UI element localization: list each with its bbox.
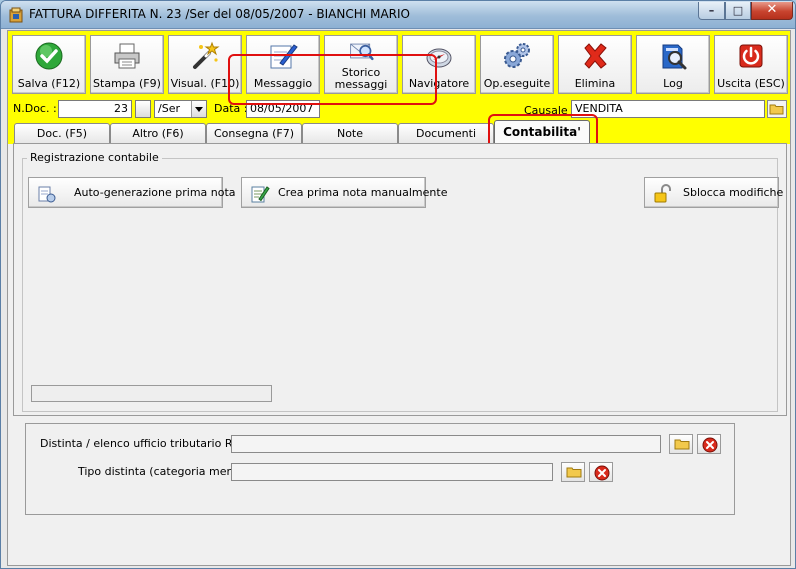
tab-note[interactable]: Note	[302, 123, 398, 144]
tipo-distinta-clear-button[interactable]	[589, 462, 613, 482]
progress-bar	[31, 385, 272, 402]
auto-generate-label: Auto-generazione prima nota	[74, 186, 236, 199]
operations-button-label: Op.eseguite	[483, 77, 551, 90]
group-title: Registrazione contabile	[27, 151, 162, 164]
distinta-field[interactable]	[231, 435, 661, 453]
tipo-distinta-label: Tipo distinta (categoria merce) :	[78, 465, 256, 478]
application-window: FATTURA DIFFERITA N. 23 /Ser del 08/05/2…	[0, 0, 796, 569]
unlock-edits-button[interactable]: Sblocca modifiche	[644, 177, 783, 208]
log-book-icon	[662, 44, 687, 70]
gears-icon	[504, 43, 530, 68]
folder-icon	[566, 467, 582, 478]
auto-generate-button[interactable]: Auto-generazione prima nota	[28, 177, 236, 208]
tab-consegna[interactable]: Consegna (F7)	[206, 123, 302, 144]
log-button-label: Log	[663, 77, 683, 90]
unlock-edits-label: Sblocca modifiche	[683, 186, 784, 199]
clear-x-icon	[702, 437, 718, 453]
minimize-button[interactable]: –	[698, 2, 725, 20]
distinta-clear-button[interactable]	[697, 434, 721, 454]
minimize-icon: –	[708, 4, 715, 17]
printer-icon	[114, 43, 140, 69]
window-title: FATTURA DIFFERITA N. 23 /Ser del 08/05/2…	[29, 7, 410, 21]
tab-altro[interactable]: Altro (F6)	[110, 123, 206, 144]
delete-button-label: Elimina	[574, 77, 616, 90]
ndoc-label: N.Doc. :	[13, 102, 57, 115]
print-button-label: Stampa (F9)	[93, 77, 161, 90]
close-button[interactable]: ✕	[751, 2, 793, 20]
log-button[interactable]: Log	[636, 35, 710, 94]
exit-button[interactable]: Uscita (ESC)	[714, 35, 788, 94]
check-icon	[35, 42, 63, 70]
ndoc-field[interactable]: 23	[58, 100, 132, 118]
folder-icon	[674, 439, 690, 450]
print-button[interactable]: Stampa (F9)	[90, 35, 164, 94]
maximize-icon: □	[732, 4, 744, 17]
save-button[interactable]: Salva (F12)	[12, 35, 86, 94]
contabilita-panel: Registrazione contabile Auto-generazione…	[13, 143, 787, 416]
tab-documenti[interactable]: Documenti	[398, 123, 494, 144]
clear-x-icon	[594, 465, 610, 481]
maximize-button[interactable]: □	[725, 2, 751, 20]
unlock-padlock-icon	[654, 184, 671, 203]
edit-note-icon	[251, 186, 270, 203]
tab-doc[interactable]: Doc. (F5)	[14, 123, 110, 144]
causale-field[interactable]: VENDITA	[571, 100, 765, 118]
magic-wand-icon	[193, 41, 220, 69]
close-icon: ✕	[766, 2, 778, 17]
save-button-label: Salva (F12)	[17, 77, 81, 90]
create-manual-entry-label: Crea prima nota manualmente	[278, 186, 448, 199]
series-combo[interactable]: /Ser	[154, 100, 207, 118]
tabs-bar: Doc. (F5) Altro (F6) Consegna (F7) Note …	[8, 120, 790, 145]
distinta-group: Distinta / elenco ufficio tributario RSM…	[25, 423, 735, 515]
series-value: /Ser	[158, 102, 180, 115]
operations-button[interactable]: Op.eseguite	[480, 35, 554, 94]
chevron-down-icon[interactable]	[191, 101, 206, 117]
client-area: Salva (F12) Stampa (F9) Visual. (F10) Me…	[7, 30, 791, 566]
delete-x-icon	[584, 43, 607, 69]
distinta-label: Distinta / elenco ufficio tributario RSM…	[40, 437, 257, 450]
create-manual-entry-button[interactable]: Crea prima nota manualmente	[241, 177, 447, 208]
button-highlight-annotation	[228, 54, 437, 105]
title-bar[interactable]: FATTURA DIFFERITA N. 23 /Ser del 08/05/2…	[1, 1, 795, 29]
causale-folder-icon[interactable]	[767, 100, 787, 118]
distinta-browse-button[interactable]	[669, 434, 693, 454]
tipo-distinta-field[interactable]	[231, 463, 553, 481]
exit-button-label: Uscita (ESC)	[717, 77, 785, 90]
ndoc-lookup-button[interactable]	[135, 100, 151, 118]
delete-button[interactable]: Elimina	[558, 35, 632, 94]
registrazione-contabile-group: Registrazione contabile Auto-generazione…	[22, 151, 783, 412]
auto-document-icon	[38, 186, 56, 203]
app-icon	[9, 7, 23, 23]
tipo-distinta-browse-button[interactable]	[561, 462, 585, 482]
exit-power-icon	[739, 44, 763, 68]
